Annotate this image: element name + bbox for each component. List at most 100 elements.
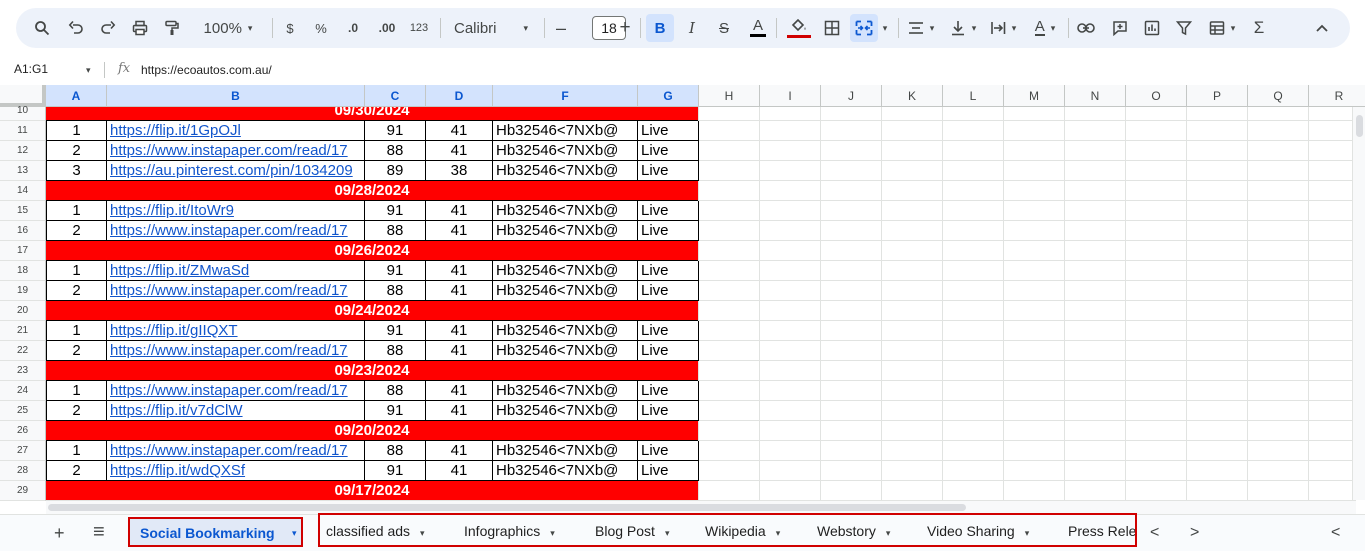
column-header[interactable]: O	[1126, 85, 1187, 107]
sheet-tab[interactable]: Webstory ▾	[817, 523, 890, 539]
sheet-tab[interactable]: Infographics ▾	[464, 523, 555, 539]
cell-serial[interactable]: 1	[46, 321, 107, 341]
row-header[interactable]: 10	[0, 106, 46, 121]
column-header[interactable]: D	[426, 85, 493, 107]
cell-pa[interactable]: 41	[426, 121, 493, 141]
print-icon[interactable]	[128, 8, 152, 48]
url-link[interactable]: https://www.instapaper.com/read/17	[110, 382, 348, 399]
url-link[interactable]: https://flip.it/v7dClW	[110, 402, 243, 419]
column-header[interactable]: K	[882, 85, 943, 107]
date-header-row[interactable]: 09/23/2024	[46, 361, 698, 381]
url-link[interactable]: https://flip.it/ZMwaSd	[110, 262, 249, 279]
zoom-select[interactable]: 100% ▾	[194, 8, 262, 48]
currency-format-button[interactable]: $	[280, 8, 300, 48]
row-header[interactable]: 20	[0, 301, 46, 321]
chevron-down-icon[interactable]: ▾	[886, 528, 891, 538]
cell-da[interactable]: 88	[365, 281, 426, 301]
column-header[interactable]: R	[1309, 85, 1365, 107]
number-format-button[interactable]: 123	[406, 8, 432, 48]
cell-password[interactable]: Hb32546<7NXb@	[493, 461, 638, 481]
filter-views-button[interactable]: ▾	[1204, 8, 1240, 48]
cell-serial[interactable]: 1	[46, 201, 107, 221]
fill-color-button[interactable]	[786, 8, 812, 48]
cell-status[interactable]: Live	[638, 381, 699, 401]
cell-pa[interactable]: 41	[426, 461, 493, 481]
row-header[interactable]: 21	[0, 321, 46, 341]
row-header[interactable]: 15	[0, 201, 46, 221]
merge-cells-icon[interactable]	[850, 14, 878, 42]
row-header[interactable]: 27	[0, 441, 46, 461]
cell-pa[interactable]: 41	[426, 201, 493, 221]
cell-pa[interactable]: 41	[426, 441, 493, 461]
cell-pa[interactable]: 41	[426, 141, 493, 161]
cell-status[interactable]: Live	[638, 341, 699, 361]
cell-da[interactable]: 91	[365, 121, 426, 141]
cell-url[interactable]: https://www.instapaper.com/read/17	[107, 221, 365, 241]
row-header[interactable]: 17	[0, 241, 46, 261]
url-link[interactable]: https://flip.it/gIIQXT	[110, 322, 238, 339]
add-sheet-button[interactable]: +	[54, 523, 65, 544]
row-header[interactable]: 16	[0, 221, 46, 241]
cell-url[interactable]: https://flip.it/v7dClW	[107, 401, 365, 421]
cell-password[interactable]: Hb32546<7NXb@	[493, 261, 638, 281]
vertical-align-button[interactable]: ▾	[946, 8, 980, 48]
borders-icon[interactable]	[820, 8, 844, 48]
functions-button[interactable]: Σ	[1248, 8, 1270, 48]
row-header[interactable]: 25	[0, 401, 46, 421]
cell-password[interactable]: Hb32546<7NXb@	[493, 201, 638, 221]
cell-serial[interactable]: 1	[46, 261, 107, 281]
cell-status[interactable]: Live	[638, 321, 699, 341]
chevron-down-icon[interactable]: ▾	[292, 528, 297, 539]
filter-icon[interactable]	[1172, 8, 1196, 48]
row-header[interactable]: 23	[0, 361, 46, 381]
collapse-toolbar-icon[interactable]	[1310, 8, 1334, 48]
column-header[interactable]: M	[1004, 85, 1065, 107]
row-header[interactable]: 28	[0, 461, 46, 481]
column-header[interactable]: J	[821, 85, 882, 107]
row-header[interactable]: 13	[0, 161, 46, 181]
cell-status[interactable]: Live	[638, 441, 699, 461]
cell-url[interactable]: https://flip.it/1GpOJl	[107, 121, 365, 141]
cell-da[interactable]: 88	[365, 381, 426, 401]
column-header[interactable]: Q	[1248, 85, 1309, 107]
cell-password[interactable]: Hb32546<7NXb@	[493, 161, 638, 181]
cell-url[interactable]: https://www.instapaper.com/read/17	[107, 281, 365, 301]
cell-url[interactable]: https://au.pinterest.com/pin/1034209	[107, 161, 365, 181]
name-box[interactable]: A1:G1	[14, 62, 48, 76]
column-header[interactable]: P	[1187, 85, 1248, 107]
date-header-row[interactable]: 09/17/2024	[46, 481, 698, 500]
url-link[interactable]: https://flip.it/ItoWr9	[110, 202, 234, 219]
select-all-corner[interactable]	[0, 85, 46, 107]
increase-font-size-button[interactable]: +	[616, 8, 634, 48]
date-header-row[interactable]: 09/24/2024	[46, 301, 698, 321]
cell-pa[interactable]: 41	[426, 341, 493, 361]
cell-da[interactable]: 91	[365, 201, 426, 221]
merge-options-chevron[interactable]: ▾	[878, 8, 892, 48]
tab-social-bookmarking[interactable]: Social Bookmarking ▾	[128, 517, 303, 547]
chevron-down-icon[interactable]: ▾	[420, 528, 425, 538]
percent-format-button[interactable]: %	[311, 8, 331, 48]
cell-pa[interactable]: 41	[426, 321, 493, 341]
column-header[interactable]: F	[493, 85, 638, 107]
cell-serial[interactable]: 1	[46, 381, 107, 401]
cell-serial[interactable]: 1	[46, 121, 107, 141]
url-link[interactable]: https://flip.it/1GpOJl	[110, 122, 241, 139]
url-link[interactable]: https://flip.it/wdQXSf	[110, 462, 245, 479]
row-header[interactable]: 19	[0, 281, 46, 301]
cell-da[interactable]: 91	[365, 461, 426, 481]
cell-url[interactable]: https://www.instapaper.com/read/17	[107, 141, 365, 161]
row-header[interactable]: 26	[0, 421, 46, 441]
column-header[interactable]: H	[699, 85, 760, 107]
cell-da[interactable]: 88	[365, 141, 426, 161]
row-header[interactable]: 22	[0, 341, 46, 361]
cell-status[interactable]: Live	[638, 281, 699, 301]
chevron-down-icon[interactable]: ▾	[665, 528, 670, 538]
cell-serial[interactable]: 2	[46, 281, 107, 301]
cell-da[interactable]: 88	[365, 341, 426, 361]
url-link[interactable]: https://au.pinterest.com/pin/1034209	[110, 162, 353, 179]
cell-status[interactable]: Live	[638, 401, 699, 421]
sheet-tab[interactable]: Video Sharing ▾	[927, 523, 1029, 539]
cell-url[interactable]: https://flip.it/wdQXSf	[107, 461, 365, 481]
row-header[interactable]: 12	[0, 141, 46, 161]
chevron-down-icon[interactable]: ▾	[86, 65, 91, 76]
